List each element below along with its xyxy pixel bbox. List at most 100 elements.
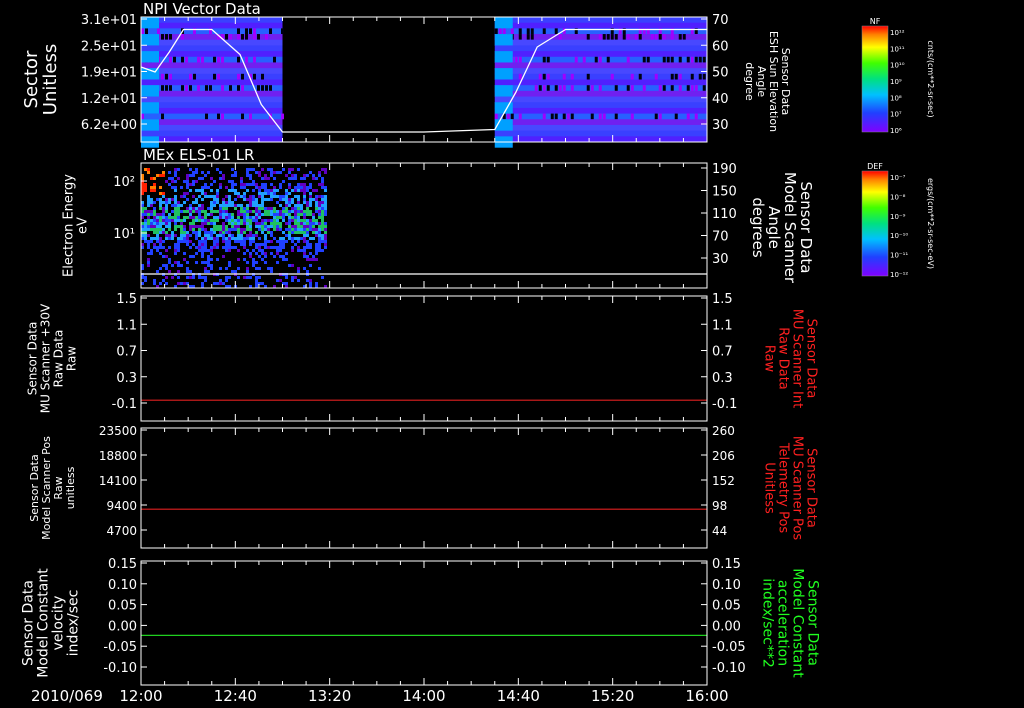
heatmap-cell (270, 174, 273, 177)
heatmap-cell (312, 219, 315, 222)
axis-label-line: velocity (50, 596, 66, 651)
heatmap-cell (144, 237, 147, 240)
heatmap-cell (183, 216, 186, 219)
heatmap-cell (249, 219, 252, 222)
heatmap-cell (282, 219, 285, 222)
heatmap-cell (174, 189, 177, 192)
heatmap-cell (294, 243, 297, 246)
heatmap-cell (222, 234, 225, 237)
heatmap-cell (205, 113, 208, 120)
heatmap-cell (173, 56, 176, 63)
heatmap-cell (654, 73, 658, 80)
heatmap-cell (210, 228, 213, 231)
heatmap-cell (159, 198, 162, 201)
heatmap-cell (261, 243, 264, 246)
heatmap-cell (161, 73, 164, 80)
heatmap-cell (285, 276, 288, 279)
heatmap-cell (315, 195, 318, 198)
heatmap-cell (594, 56, 598, 63)
heatmap-cell (252, 204, 255, 207)
heatmap-cell (297, 246, 300, 249)
heatmap-cell (156, 222, 159, 225)
heatmap-cell (702, 85, 706, 91)
heatmap-cell (306, 174, 309, 177)
right-tick-label: 98 (712, 499, 727, 513)
heatmap-cell (219, 279, 222, 282)
heatmap-cell (144, 183, 147, 186)
heatmap-cell (318, 246, 321, 249)
colorbar-gradient (861, 25, 889, 133)
heatmap-cell (156, 228, 159, 231)
heatmap-cell (240, 222, 243, 225)
heatmap-cell (315, 204, 318, 207)
right-tick-label: 190 (712, 162, 737, 177)
heatmap-cell (195, 171, 198, 174)
heatmap-cell (210, 264, 213, 267)
heatmap-cell (630, 73, 634, 80)
heatmap-cell (228, 264, 231, 267)
heatmap-cell (213, 73, 216, 80)
heatmap-cell (169, 34, 172, 40)
heatmap-cell (324, 222, 327, 225)
heatmap-cell (267, 267, 270, 270)
heatmap-cell (147, 213, 150, 216)
heatmap-cell (150, 228, 153, 231)
heatmap-cell (249, 177, 252, 180)
heatmap-cell (177, 282, 180, 285)
heatmap-cell (574, 56, 578, 63)
heatmap-cell (228, 213, 231, 216)
heatmap-cell (309, 228, 312, 231)
heatmap-cell (306, 222, 309, 225)
x-tick-label: 14:00 (402, 687, 445, 705)
heatmap-cell (258, 195, 261, 198)
heatmap-cell (321, 183, 324, 186)
heatmap-cell (658, 85, 662, 91)
heatmap-cell (318, 228, 321, 231)
heatmap-cell (243, 183, 246, 186)
heatmap-cell (243, 228, 246, 231)
heatmap-cell (162, 171, 165, 174)
heatmap-cell (207, 219, 210, 222)
heatmap-cell (162, 255, 165, 258)
heatmap-cell (279, 210, 282, 213)
heatmap-cell (204, 216, 207, 219)
heatmap-cell (312, 225, 315, 228)
heatmap-cell (228, 246, 231, 249)
heatmap-cell (237, 234, 240, 237)
heatmap-cell (162, 240, 165, 243)
heatmap-cell (147, 195, 150, 198)
heatmap-cell (181, 56, 184, 63)
heatmap-cell (291, 264, 294, 267)
heatmap-cell (243, 216, 246, 219)
heatmap-cell (610, 73, 614, 80)
heatmap-cell (309, 246, 312, 249)
heatmap-cell (270, 240, 273, 243)
heatmap-cell (189, 255, 192, 258)
heatmap-cell (219, 216, 222, 219)
heatmap-cell (213, 219, 216, 222)
heatmap-cell (255, 267, 258, 270)
heatmap-cell (300, 237, 303, 240)
heatmap-cell (291, 237, 294, 240)
heatmap-cell (246, 225, 249, 228)
line-panel-5: 0.150.100.050.00-0.05-0.100.150.100.050.… (20, 557, 821, 686)
heatmap-cell (165, 210, 168, 213)
heatmap-cell (276, 252, 279, 255)
heatmap-cell (294, 225, 297, 228)
heatmap-cell (270, 198, 273, 201)
heatmap-cell (189, 246, 192, 249)
heatmap-cell (300, 186, 303, 189)
heatmap-cell (294, 177, 297, 180)
heatmap-cell (162, 264, 165, 267)
heatmap-cell (222, 177, 225, 180)
heatmap-cell (249, 276, 252, 279)
heatmap-cell (240, 195, 243, 198)
heatmap-cell (180, 219, 183, 222)
heatmap-cell (222, 207, 225, 210)
heatmap-cell (288, 213, 291, 216)
heatmap-cell (234, 204, 237, 207)
heatmap-cell (216, 195, 219, 198)
heatmap-cell (192, 171, 195, 174)
heatmap-cell (162, 210, 165, 213)
heatmap-cell (174, 204, 177, 207)
